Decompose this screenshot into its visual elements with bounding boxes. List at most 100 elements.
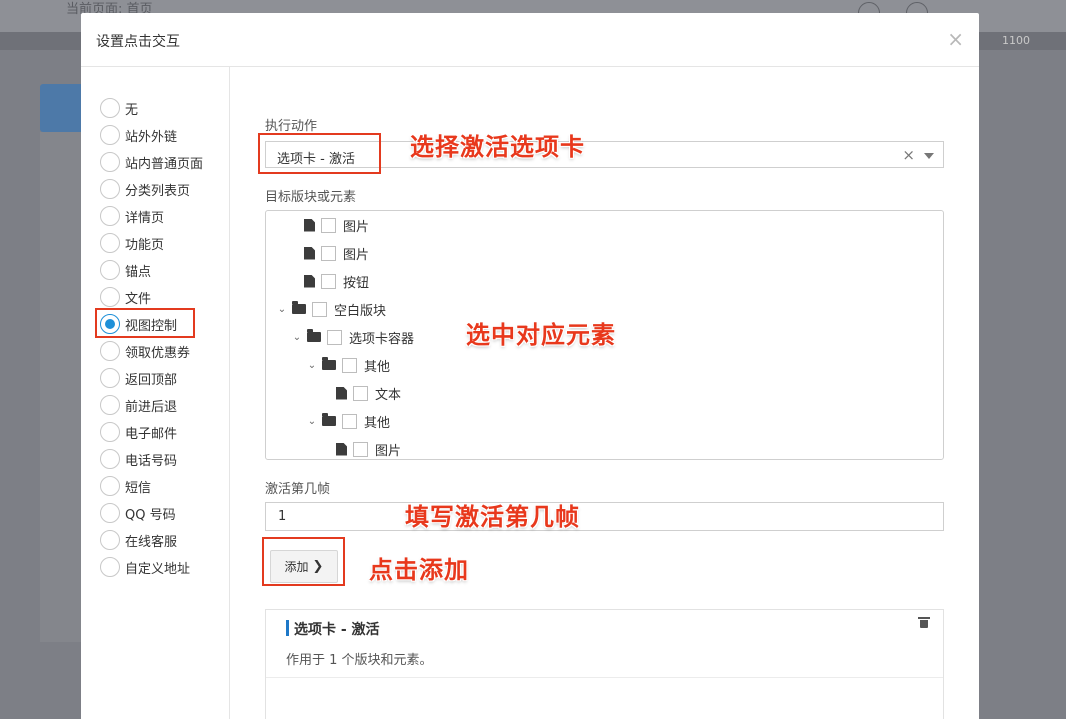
tree-node-label: 图片 [343,247,370,263]
tree-node[interactable]: 文本 [336,383,401,403]
frame-number-input[interactable] [265,502,944,531]
radio-option[interactable]: 站内普通页面 [100,151,203,173]
highlight-action-select [258,133,381,174]
tree-node[interactable]: 图片 [304,243,369,263]
radio-unchecked-icon[interactable] [100,98,120,118]
annotation-select-element: 选中对应元素 [466,321,616,349]
radio-option[interactable]: 电子邮件 [100,421,177,443]
highlight-view-control [95,308,195,338]
radio-unchecked-icon[interactable] [100,152,120,172]
link-type-list: 无站外外链 站内普通页面 分类列表页 详情页 功能页 锚点 文件 视图控制 领取优惠券 返回顶部前… [81,67,230,719]
file-icon [304,274,315,288]
trash-icon[interactable] [918,617,930,629]
tree-checkbox[interactable] [321,245,336,261]
tree-node[interactable]: ⌄ 其他 [306,411,390,431]
tree-checkbox[interactable] [327,329,342,345]
radio-option-label: 无 [125,102,139,118]
annotation-select-action: 选择激活选项卡 [410,133,585,161]
radio-option[interactable]: 无 [100,97,138,119]
radio-unchecked-icon[interactable] [100,368,120,388]
frame-label: 激活第几帧 [265,482,331,497]
tree-node[interactable]: ⌄ 选项卡容器 [291,327,414,347]
radio-option[interactable]: 文件 [100,286,151,308]
radio-unchecked-icon[interactable] [100,206,120,226]
radio-unchecked-icon[interactable] [100,395,120,415]
highlight-add-button [262,537,345,586]
tree-node[interactable]: 图片 [304,215,369,235]
radio-option-label: 短信 [125,480,152,496]
chevron-down-icon[interactable]: ⌄ [306,360,318,371]
radio-unchecked-icon[interactable] [100,530,120,550]
radio-unchecked-icon[interactable] [100,260,120,280]
dialog-title: 设置点击交互 [96,34,180,50]
tree-checkbox[interactable] [312,301,327,317]
radio-option[interactable]: 详情页 [100,205,164,227]
radio-option-label: 详情页 [125,210,165,226]
tree-checkbox[interactable] [342,357,357,373]
radio-unchecked-icon[interactable] [100,179,120,199]
radio-option[interactable]: 前进后退 [100,394,177,416]
radio-option-label: QQ 号码 [125,507,176,523]
radio-option-label: 自定义地址 [125,561,191,577]
folder-icon [307,329,321,342]
radio-option[interactable]: 锚点 [100,259,151,281]
radio-unchecked-icon[interactable] [100,422,120,442]
file-icon [304,218,315,232]
tree-checkbox[interactable] [342,413,357,429]
radio-option[interactable]: 站外外链 [100,124,177,146]
tree-checkbox[interactable] [321,273,336,289]
radio-unchecked-icon[interactable] [100,233,120,253]
chevron-down-icon[interactable]: ⌄ [291,332,303,343]
radio-unchecked-icon[interactable] [100,341,120,361]
radio-option[interactable]: 返回顶部 [100,367,177,389]
radio-option[interactable]: 分类列表页 [100,178,190,200]
added-action-card: 选项卡 - 激活 作用于 1 个版块和元素。 [265,609,944,719]
radio-option-label: 返回顶部 [125,372,178,388]
radio-option-label: 在线客服 [125,534,178,550]
radio-option[interactable]: QQ 号码 [100,502,176,524]
radio-unchecked-icon[interactable] [100,557,120,577]
tree-node-label: 选项卡容器 [349,331,415,347]
tree-node[interactable]: 图片 [336,439,401,459]
tree-node-label: 按钮 [343,275,370,291]
tree-node[interactable]: ⌄ 其他 [306,355,390,375]
added-action-header: 选项卡 - 激活 作用于 1 个版块和元素。 [266,610,943,678]
radio-option[interactable]: 自定义地址 [100,556,190,578]
radio-option-label: 电子邮件 [125,426,178,442]
tree-node-label: 图片 [375,443,402,459]
tree-node[interactable]: 按钮 [304,271,369,291]
file-icon [304,246,315,260]
folder-icon [322,357,336,370]
radio-unchecked-icon[interactable] [100,125,120,145]
radio-option[interactable]: 在线客服 [100,529,177,551]
folder-icon [292,301,306,314]
radio-unchecked-icon[interactable] [100,476,120,496]
radio-option[interactable]: 功能页 [100,232,164,254]
radio-unchecked-icon[interactable] [100,503,120,523]
radio-option[interactable]: 领取优惠券 [100,340,190,362]
click-interaction-dialog: 设置点击交互 × 无站外外链 站内普通页面 分类列表页 详情页 功能页 锚点 文件 视图控制领… [81,13,979,719]
close-icon[interactable]: × [947,27,964,51]
chevron-down-icon[interactable]: ⌄ [306,416,318,427]
tree-node-label: 其他 [364,359,391,375]
tree-checkbox[interactable] [353,385,368,401]
tree-node-label: 文本 [375,387,402,403]
tree-checkbox[interactable] [353,441,368,457]
caret-down-icon[interactable] [924,153,934,159]
radio-option[interactable]: 短信 [100,475,151,497]
folder-icon [322,413,336,426]
clear-icon[interactable]: × [902,146,915,164]
radio-unchecked-icon[interactable] [100,449,120,469]
radio-option-label: 站外外链 [125,129,178,145]
added-action-title: 选项卡 - 激活 [294,622,380,638]
tree-checkbox[interactable] [321,217,336,233]
tree-node-label: 其他 [364,415,391,431]
target-label: 目标版块或元素 [265,190,357,205]
radio-unchecked-icon[interactable] [100,287,120,307]
radio-option-label: 分类列表页 [125,183,191,199]
chevron-down-icon[interactable]: ⌄ [276,304,288,315]
action-label: 执行动作 [265,119,318,134]
file-icon [336,442,347,456]
radio-option[interactable]: 电话号码 [100,448,177,470]
tree-node[interactable]: ⌄ 空白版块 [276,299,386,319]
